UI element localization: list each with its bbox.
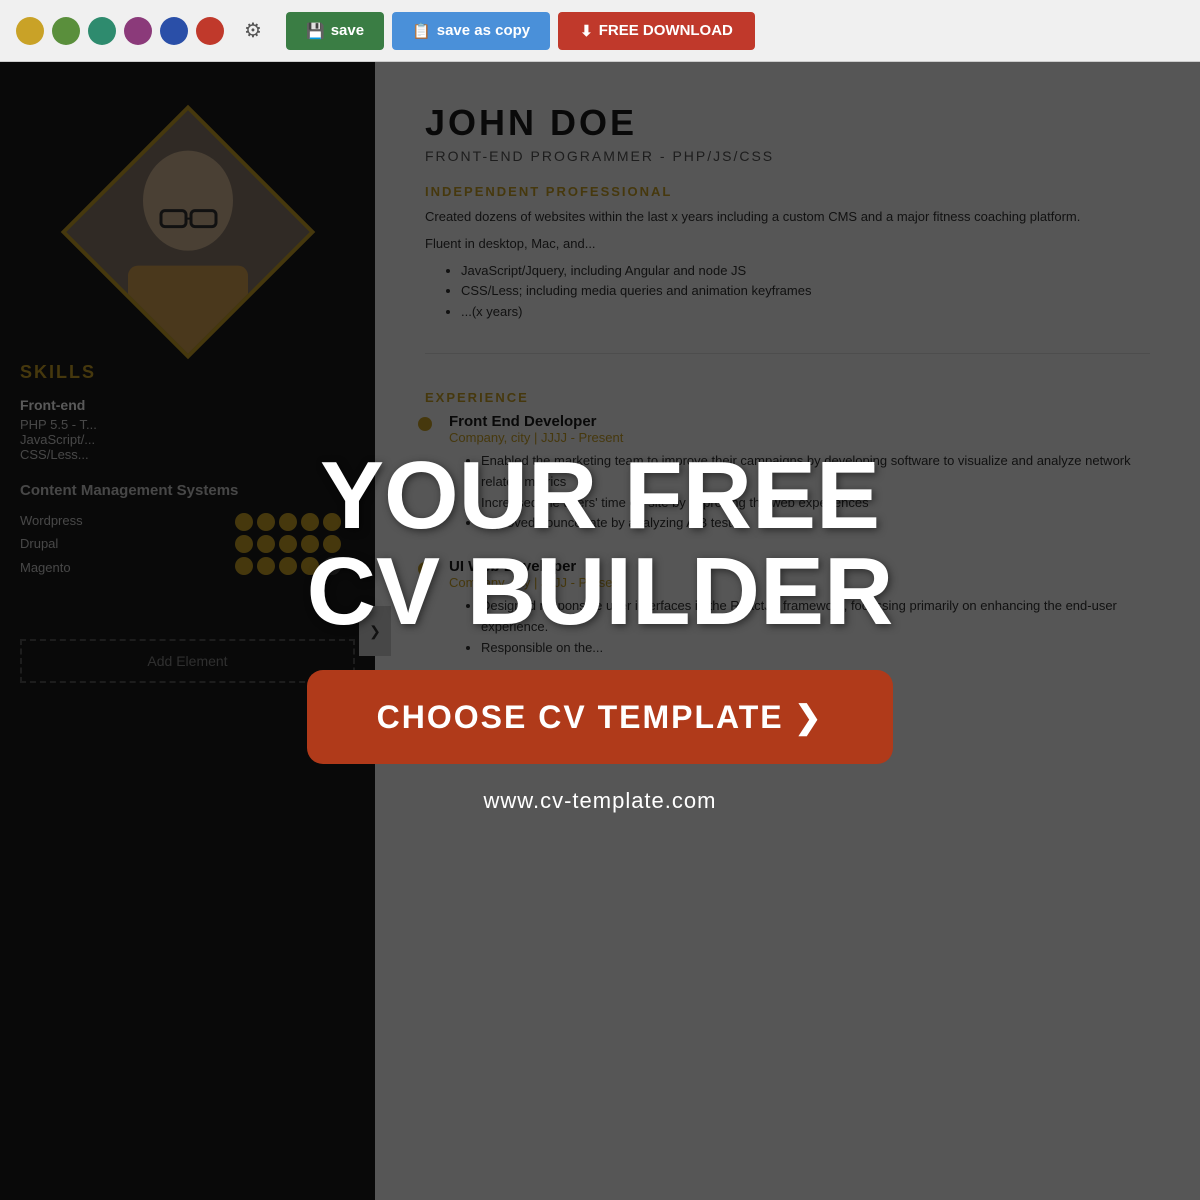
save-label: save — [331, 22, 364, 39]
gear-icon: ⚙ — [244, 18, 262, 43]
color-dot-blue[interactable] — [160, 17, 188, 45]
color-dot-green[interactable] — [52, 17, 80, 45]
save-icon: 💾 — [306, 22, 325, 40]
color-dot-yellow[interactable] — [16, 17, 44, 45]
download-label: FREE DOWNLOAD — [599, 22, 733, 39]
color-dot-purple[interactable] — [124, 17, 152, 45]
promo-overlay: YOUR FREE CV BUILDER CHOOSE CV TEMPLATE … — [0, 62, 1200, 1200]
overlay-headline: YOUR FREE CV BUILDER — [307, 448, 894, 640]
main-area: SKILLS Front-end PHP 5.5 - T...JavaScrip… — [0, 62, 1200, 1200]
save-as-copy-button[interactable]: 📋 save as copy — [392, 12, 550, 50]
save-button[interactable]: 💾 save — [286, 12, 384, 50]
color-dot-red[interactable] — [196, 17, 224, 45]
website-url: www.cv-template.com — [484, 788, 717, 814]
toolbar: ⚙ 💾 save 📋 save as copy ⬇ FREE DOWNLOAD — [0, 0, 1200, 62]
settings-button[interactable]: ⚙ — [236, 14, 270, 48]
download-icon: ⬇ — [580, 22, 593, 40]
headline-line2: CV BUILDER — [307, 538, 894, 645]
download-button[interactable]: ⬇ FREE DOWNLOAD — [558, 12, 755, 50]
choose-template-button[interactable]: CHOOSE CV TEMPLATE ❯ — [307, 670, 894, 764]
color-dot-teal[interactable] — [88, 17, 116, 45]
copy-icon: 📋 — [412, 22, 431, 40]
headline-line1: YOUR FREE — [320, 442, 880, 549]
save-copy-label: save as copy — [437, 22, 530, 39]
